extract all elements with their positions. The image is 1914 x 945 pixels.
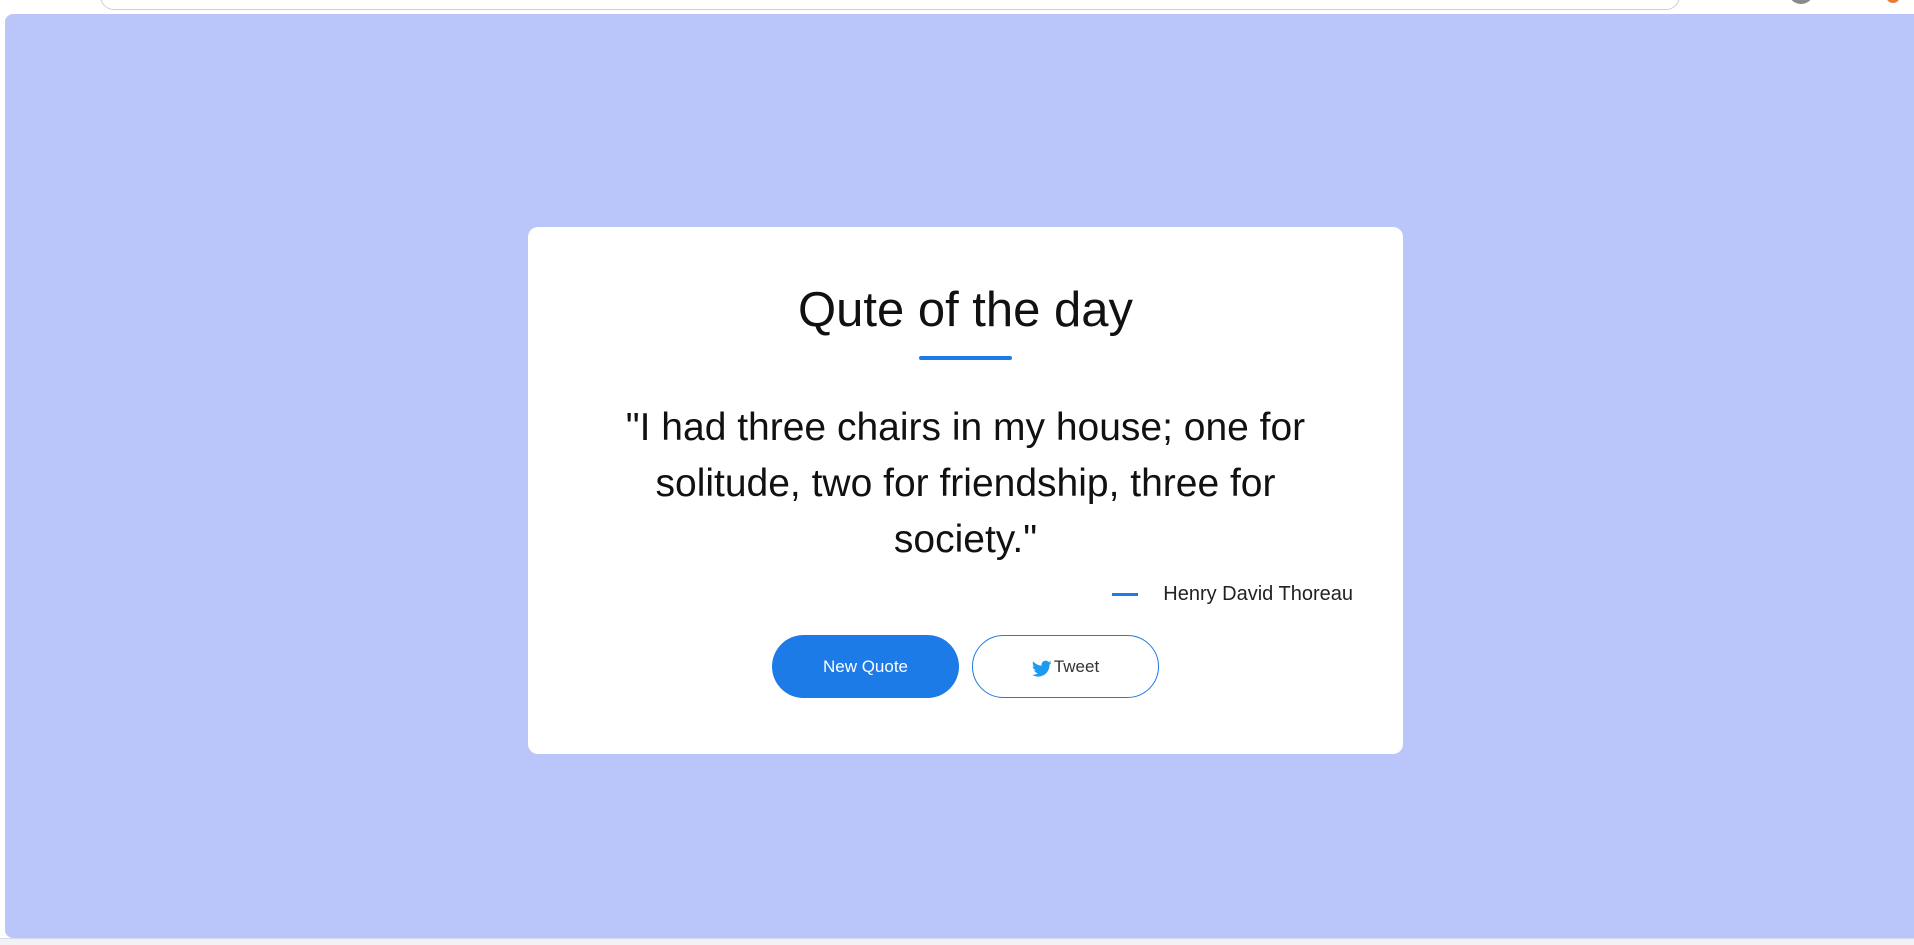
title-underline: [919, 356, 1012, 360]
author-row: Henry David Thoreau: [1112, 579, 1353, 609]
twitter-bird-icon: [1031, 660, 1052, 678]
new-quote-button-label: New Quote: [822, 656, 909, 676]
new-quote-button[interactable]: New Quote: [772, 635, 959, 698]
profile-avatar-icon[interactable]: [1788, 0, 1814, 4]
extension-icon[interactable]: [1886, 0, 1900, 3]
author-dash: [1112, 592, 1139, 596]
tweet-button-label: Tweet: [1053, 656, 1100, 676]
quote-text: "I had three chairs in my house; one for…: [625, 406, 1306, 561]
quote-card: Qute of the day "I had three chairs in m…: [528, 227, 1403, 754]
address-bar[interactable]: [100, 0, 1680, 10]
page-viewport: Qute of the day "I had three chairs in m…: [5, 14, 1914, 938]
browser-toolbar-edge: [0, 0, 1914, 14]
page-title: Qute of the day: [797, 283, 1134, 337]
tweet-button[interactable]: Tweet: [972, 635, 1159, 698]
author-name: Henry David Thoreau: [1163, 582, 1353, 605]
button-row: New Quote Tweet: [772, 635, 1159, 698]
